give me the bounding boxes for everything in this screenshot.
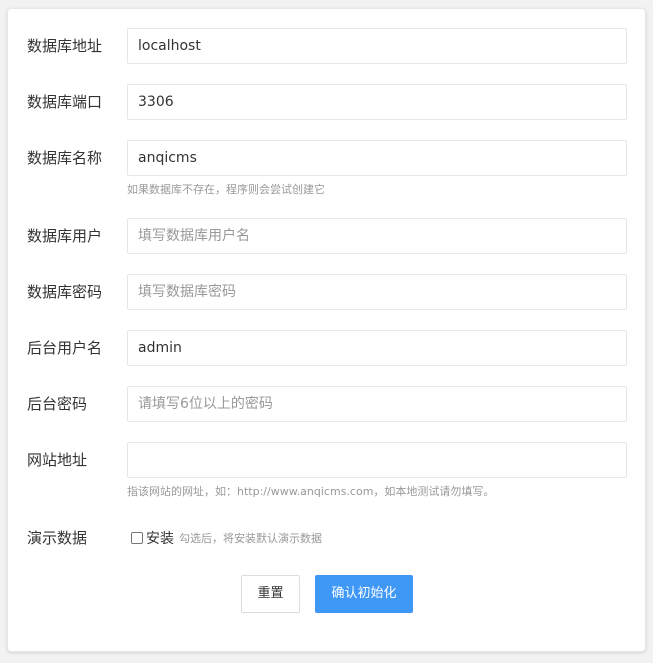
site-url-label: 网站地址 [27,451,88,469]
admin-user-label: 后台用户名 [27,339,103,357]
db-user-input[interactable] [127,218,627,254]
db-port-label: 数据库端口 [27,93,103,111]
site-url-input[interactable] [127,442,627,478]
db-password-label: 数据库密码 [27,283,103,301]
demo-data-hint: 勾选后，将安装默认演示数据 [179,532,322,545]
db-host-input[interactable] [127,28,627,64]
db-host-label: 数据库地址 [27,37,103,55]
db-password-input[interactable] [127,274,627,310]
install-form-card: 数据库地址 数据库端口 数据库名称 如果数据库不存在，程序则会尝试创建它 数据库… [7,8,646,652]
db-port-input[interactable] [127,84,627,120]
demo-data-label: 演示数据 [27,529,88,547]
site-url-hint: 指该网站的网址，如：http://www.anqicms.com，如本地测试请勿… [127,485,495,498]
admin-password-input[interactable] [127,386,627,422]
admin-password-label: 后台密码 [27,395,88,413]
db-name-hint: 如果数据库不存在，程序则会尝试创建它 [127,183,325,196]
install-demo-checkbox[interactable] [131,532,143,544]
demo-data-option: 安装 勾选后，将安装默认演示数据 [131,528,322,548]
confirm-init-button[interactable]: 确认初始化 [315,575,413,613]
db-name-label: 数据库名称 [27,149,103,167]
install-demo-checkbox-label[interactable]: 安装 [146,528,174,548]
db-name-input[interactable] [127,140,627,176]
db-user-label: 数据库用户 [27,227,103,245]
reset-button[interactable]: 重置 [241,575,300,613]
admin-user-input[interactable] [127,330,627,366]
